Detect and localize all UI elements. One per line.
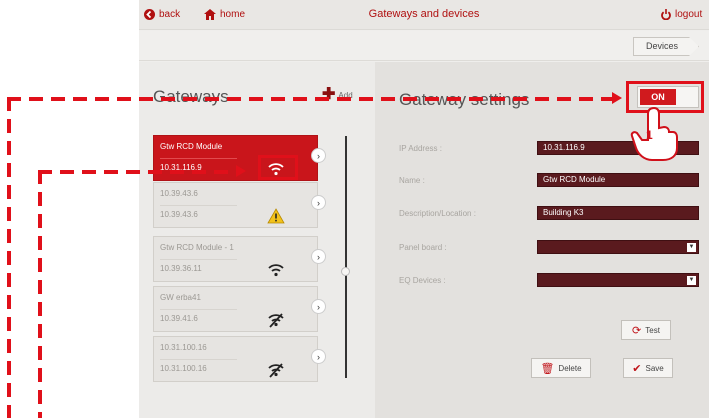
gateway-name: Gtw RCD Module	[160, 142, 223, 151]
gateway-ip: 10.39.36.11	[160, 264, 202, 273]
scroll-handle[interactable]	[341, 267, 350, 276]
trash-icon: 🗑	[540, 362, 555, 375]
annotation-dashed-line	[38, 170, 42, 418]
divider	[160, 158, 237, 159]
dropdown-icon: ▼	[687, 243, 696, 252]
chevron-right-icon: ›	[317, 301, 320, 312]
power-icon	[661, 9, 671, 20]
gateway-item[interactable]: 10.31.100.16 10.31.100.16	[153, 336, 318, 382]
save-label: Save	[645, 363, 664, 373]
gateway-name: 10.39.43.6	[160, 189, 198, 198]
gateway-open-button[interactable]: ›	[311, 249, 326, 264]
gateway-open-button[interactable]: ›	[311, 299, 326, 314]
divider	[160, 309, 237, 310]
eq-devices-label: EQ Devices :	[399, 276, 446, 285]
chevron-right-icon: ›	[317, 197, 320, 208]
gateway-open-button[interactable]: ›	[311, 148, 326, 163]
annotation-arrow-icon	[612, 92, 622, 104]
annotation-highlight-box	[258, 155, 298, 180]
annotation-dashed-line	[7, 97, 11, 418]
gateway-name: Gtw RCD Module - 1	[160, 243, 234, 252]
annotation-dashed-line	[7, 97, 612, 101]
test-button[interactable]: ⟳ Test	[621, 320, 671, 340]
annotation-arrow-icon	[236, 165, 246, 177]
chevron-right-icon: ›	[317, 351, 320, 362]
ip-label: IP Address :	[399, 144, 442, 153]
gateway-open-button[interactable]: ›	[311, 349, 326, 364]
refresh-icon: ⟳	[632, 324, 642, 337]
wifi-off-icon	[268, 313, 284, 328]
test-label: Test	[645, 325, 660, 335]
gateway-ip: 10.31.100.16	[160, 364, 207, 373]
delete-label: Delete	[558, 363, 582, 373]
eq-devices-select[interactable]: ▼	[537, 273, 699, 287]
chevron-right-icon: ›	[317, 251, 320, 262]
dropdown-icon: ▼	[687, 276, 696, 285]
scroll-track[interactable]	[345, 136, 347, 378]
divider	[160, 205, 237, 206]
name-label: Name :	[399, 176, 425, 185]
app-window: back home Gateways and devices logout De…	[139, 0, 709, 418]
top-bar: back home Gateways and devices logout	[139, 0, 709, 30]
step-number: 1	[646, 128, 653, 142]
wifi-icon	[268, 264, 284, 277]
description-field[interactable]: Building K3	[537, 206, 699, 220]
name-field[interactable]: Gtw RCD Module	[537, 173, 699, 187]
gateway-ip: 10.39.41.6	[160, 314, 198, 323]
gateway-item[interactable]: GW erba41 10.39.41.6	[153, 286, 318, 332]
save-button[interactable]: ✔ Save	[623, 358, 673, 378]
breadcrumb: Devices	[139, 31, 709, 61]
gateway-open-button[interactable]: ›	[311, 195, 326, 210]
gateways-panel: Gateways ✚ Add Gtw RCD Module 10.31.116.…	[139, 62, 375, 418]
wifi-off-icon	[268, 363, 284, 378]
breadcrumb-devices[interactable]: Devices	[633, 37, 699, 56]
gateway-item[interactable]: 10.39.43.6 10.39.43.6	[153, 182, 318, 228]
pointing-hand-icon	[630, 106, 678, 161]
gateway-name: GW erba41	[160, 293, 201, 302]
gateway-name: 10.31.100.16	[160, 343, 207, 352]
panel-board-label: Panel board :	[399, 243, 447, 252]
page-title: Gateways and devices	[368, 8, 480, 20]
screenshot-stage: back home Gateways and devices logout De…	[0, 0, 709, 418]
checkmark-icon: ✔	[632, 362, 642, 375]
chevron-right-icon: ›	[317, 150, 320, 161]
logout-label: logout	[675, 9, 703, 20]
divider	[160, 259, 237, 260]
gateway-item[interactable]: Gtw RCD Module - 1 10.39.36.11	[153, 236, 318, 282]
logout-button[interactable]: logout	[661, 9, 702, 20]
delete-button[interactable]: 🗑 Delete	[531, 358, 591, 378]
divider	[160, 359, 237, 360]
gateway-ip: 10.39.43.6	[160, 210, 198, 219]
description-label: Description/Location :	[399, 209, 476, 218]
panel-board-select[interactable]: ▼	[537, 240, 699, 254]
annotation-dashed-line	[38, 170, 236, 174]
warning-icon	[267, 208, 285, 224]
